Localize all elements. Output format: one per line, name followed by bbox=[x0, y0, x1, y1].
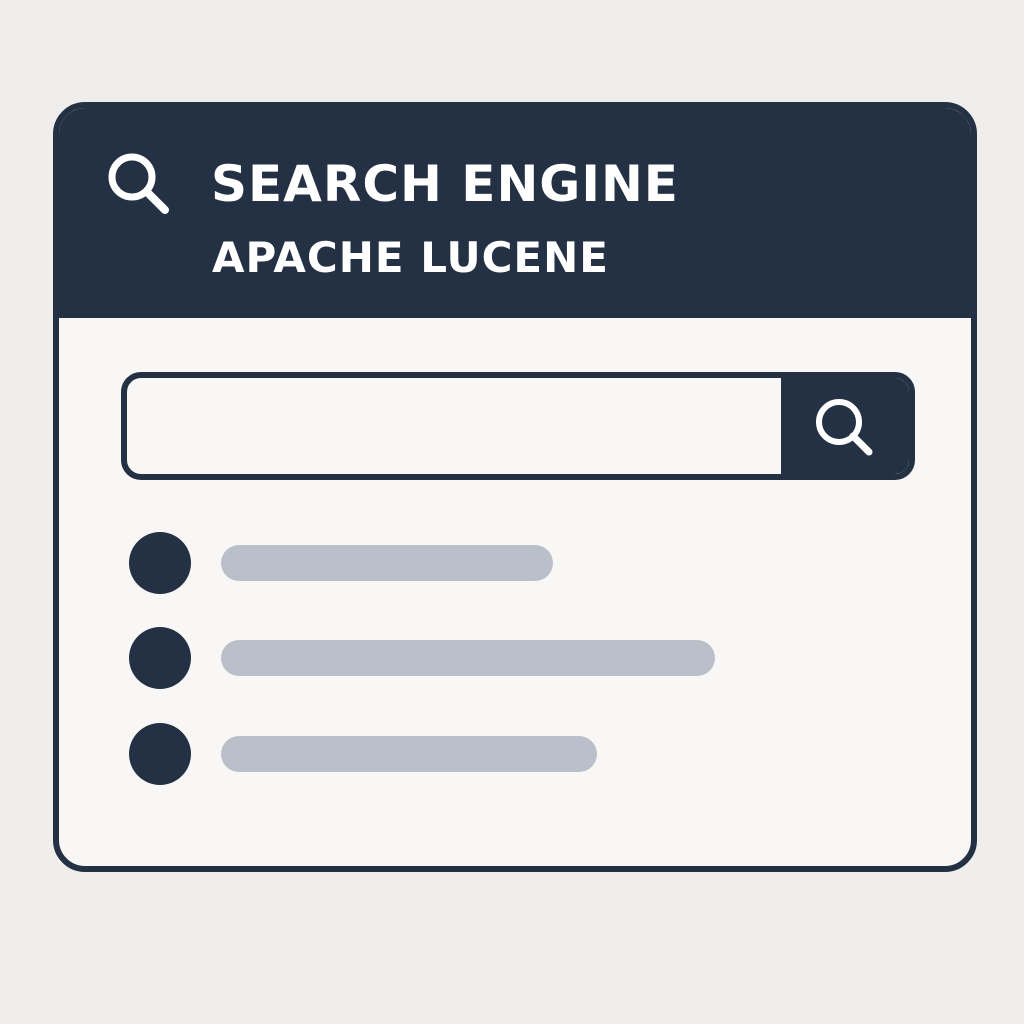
page-title: SEARCH ENGINE bbox=[211, 155, 679, 213]
result-text-placeholder bbox=[221, 545, 553, 581]
search-icon bbox=[816, 399, 873, 456]
search-input[interactable] bbox=[127, 378, 783, 474]
result-text-placeholder bbox=[221, 640, 715, 676]
search-button[interactable] bbox=[781, 378, 909, 474]
bullet-dot bbox=[129, 627, 191, 689]
search-engine-window: SEARCH ENGINE APACHE LUCENE bbox=[53, 102, 977, 872]
search-icon bbox=[108, 153, 169, 214]
result-text-placeholder bbox=[221, 736, 597, 772]
search-bar bbox=[121, 372, 915, 480]
app-header: SEARCH ENGINE APACHE LUCENE bbox=[59, 108, 971, 318]
page-subtitle: APACHE LUCENE bbox=[212, 233, 609, 282]
bullet-dot bbox=[129, 532, 191, 594]
bullet-dot bbox=[129, 723, 191, 785]
